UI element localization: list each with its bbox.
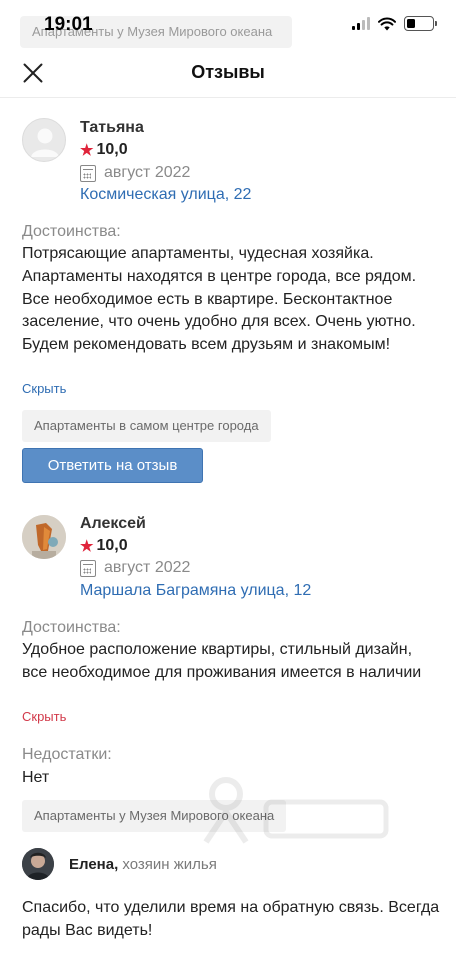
cellular-signal-icon (352, 17, 370, 30)
owner-role: хозяин жилья (122, 856, 217, 873)
status-time: 19:01 (44, 14, 93, 35)
avatar (22, 515, 66, 559)
review-address-link[interactable]: Космическая улица, 22 (80, 186, 251, 204)
pros-label: Достоинства: (22, 223, 121, 240)
apartment-tag[interactable]: Апартаменты в самом центре города (22, 410, 271, 442)
avatar-image (22, 515, 66, 559)
wifi-icon (378, 17, 396, 30)
battery-icon (404, 16, 437, 31)
review-address-link[interactable]: Маршала Баграмяна улица, 12 (80, 582, 311, 600)
review-author: Алексей (80, 515, 146, 532)
watermark-logo (203, 777, 389, 844)
review-date: август 2022 (104, 164, 191, 181)
pros-text: Удобное расположение квартиры, стильный … (22, 641, 422, 681)
owner-name-line: Елена, хозяин жилья (69, 856, 217, 873)
avatar-placeholder (22, 118, 66, 162)
review-date-row: август 2022 (80, 559, 190, 577)
pros-label: Достоинства: (22, 619, 121, 636)
page-title: Отзывы (191, 62, 265, 82)
rating-value: 10,0 (96, 537, 128, 554)
review-rating: ★ 10,0 (80, 141, 128, 159)
status-bar: Апартаменты у Музея Мирового океана 19:0… (0, 0, 456, 48)
rating-value: 10,0 (96, 141, 128, 158)
star-icon: ★ (80, 142, 94, 159)
owner-avatar-image (22, 848, 54, 880)
calendar-icon (80, 164, 96, 182)
owner-reply-text: Спасибо, что уделили время на обратную с… (22, 899, 440, 939)
header: Отзывы (0, 48, 456, 98)
hide-link[interactable]: Скрыть (22, 381, 66, 396)
review-author: Татьяна (80, 119, 144, 136)
hide-link[interactable]: Скрыть (22, 709, 66, 724)
calendar-icon (80, 559, 96, 577)
review-rating: ★ 10,0 (80, 537, 128, 555)
star-icon: ★ (80, 538, 94, 555)
review-date-row: август 2022 (80, 164, 190, 182)
review-date: август 2022 (104, 559, 191, 576)
cons-label: Недостатки: (22, 746, 112, 763)
owner-avatar (22, 848, 54, 880)
reply-button[interactable]: Ответить на отзыв (22, 448, 203, 483)
user-silhouette-icon (31, 128, 59, 157)
status-icons (352, 16, 437, 31)
pros-text: Потрясающие апартаменты, чудесная хозяйк… (22, 245, 417, 354)
owner-name: Елена, (69, 856, 119, 873)
